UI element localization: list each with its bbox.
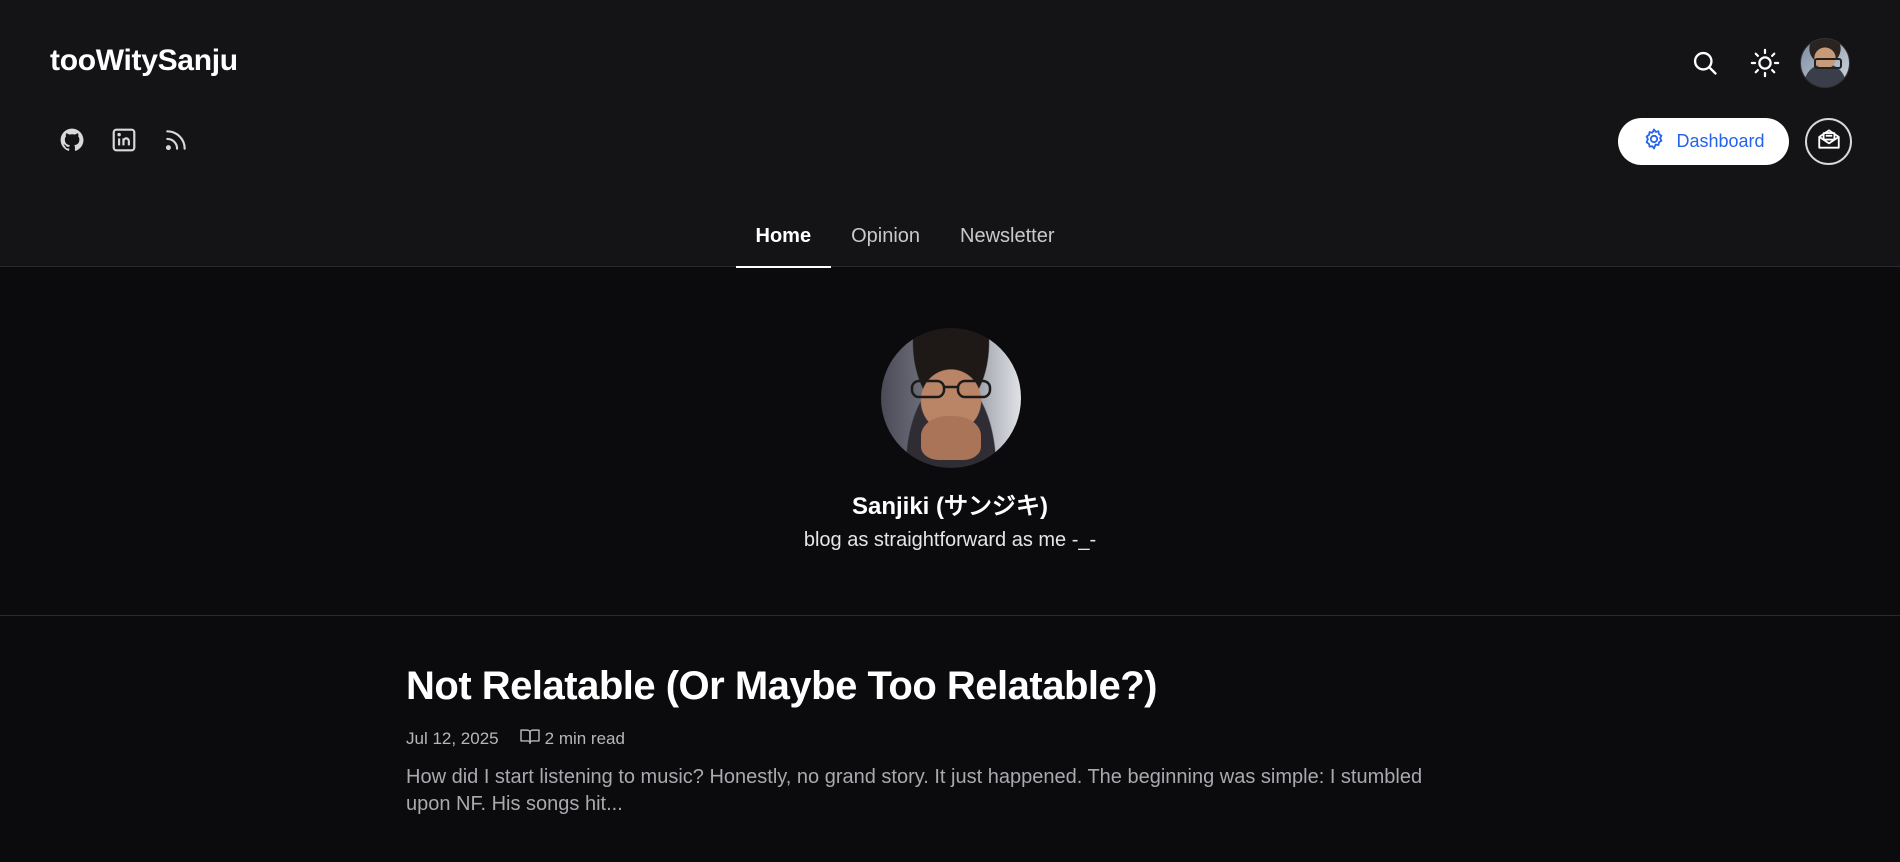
mail-open-icon: [1816, 126, 1842, 157]
author-name: Sanjiki (サンジキ): [851, 493, 1049, 520]
book-open-icon: [519, 727, 541, 750]
newsletter-button[interactable]: [1805, 118, 1852, 165]
site-header: tooWitySanju Dashboard Home Opinion News…: [0, 0, 1900, 268]
post-excerpt: How did I start listening to music? Hone…: [406, 766, 1423, 815]
post-title[interactable]: Not Relatable (Or Maybe Too Relatable?): [406, 664, 1506, 709]
post-date: Jul 12, 2025: [406, 728, 499, 748]
author-avatar: [881, 328, 1021, 468]
sun-icon[interactable]: [1740, 38, 1790, 88]
social-links: [58, 126, 190, 154]
rss-icon[interactable]: [162, 126, 190, 154]
search-icon[interactable]: [1680, 38, 1730, 88]
user-avatar[interactable]: [1800, 38, 1850, 88]
tab-newsletter[interactable]: Newsletter: [940, 215, 1074, 267]
github-icon[interactable]: [58, 126, 86, 154]
main-nav: Home Opinion Newsletter: [0, 215, 1900, 268]
read-time: 2 min read: [519, 727, 625, 750]
header-actions: [1670, 38, 1850, 88]
site-brand[interactable]: tooWitySanju: [50, 44, 238, 78]
gear-icon: [1642, 127, 1666, 156]
author-profile: Sanjiki (サンジキ) blog as straightforward a…: [0, 268, 1900, 616]
linkedin-icon[interactable]: [110, 126, 138, 154]
tab-home[interactable]: Home: [735, 215, 832, 268]
post-card: Not Relatable (Or Maybe Too Relatable?) …: [406, 664, 1506, 818]
dashboard-button[interactable]: Dashboard: [1618, 118, 1789, 165]
post-meta: Jul 12, 2025 2 min read: [406, 727, 1506, 750]
read-time-label: 2 min read: [544, 728, 625, 748]
dashboard-label: Dashboard: [1676, 131, 1765, 151]
tab-opinion[interactable]: Opinion: [831, 215, 940, 267]
author-tagline: blog as straightforward as me -_-: [803, 529, 1097, 551]
